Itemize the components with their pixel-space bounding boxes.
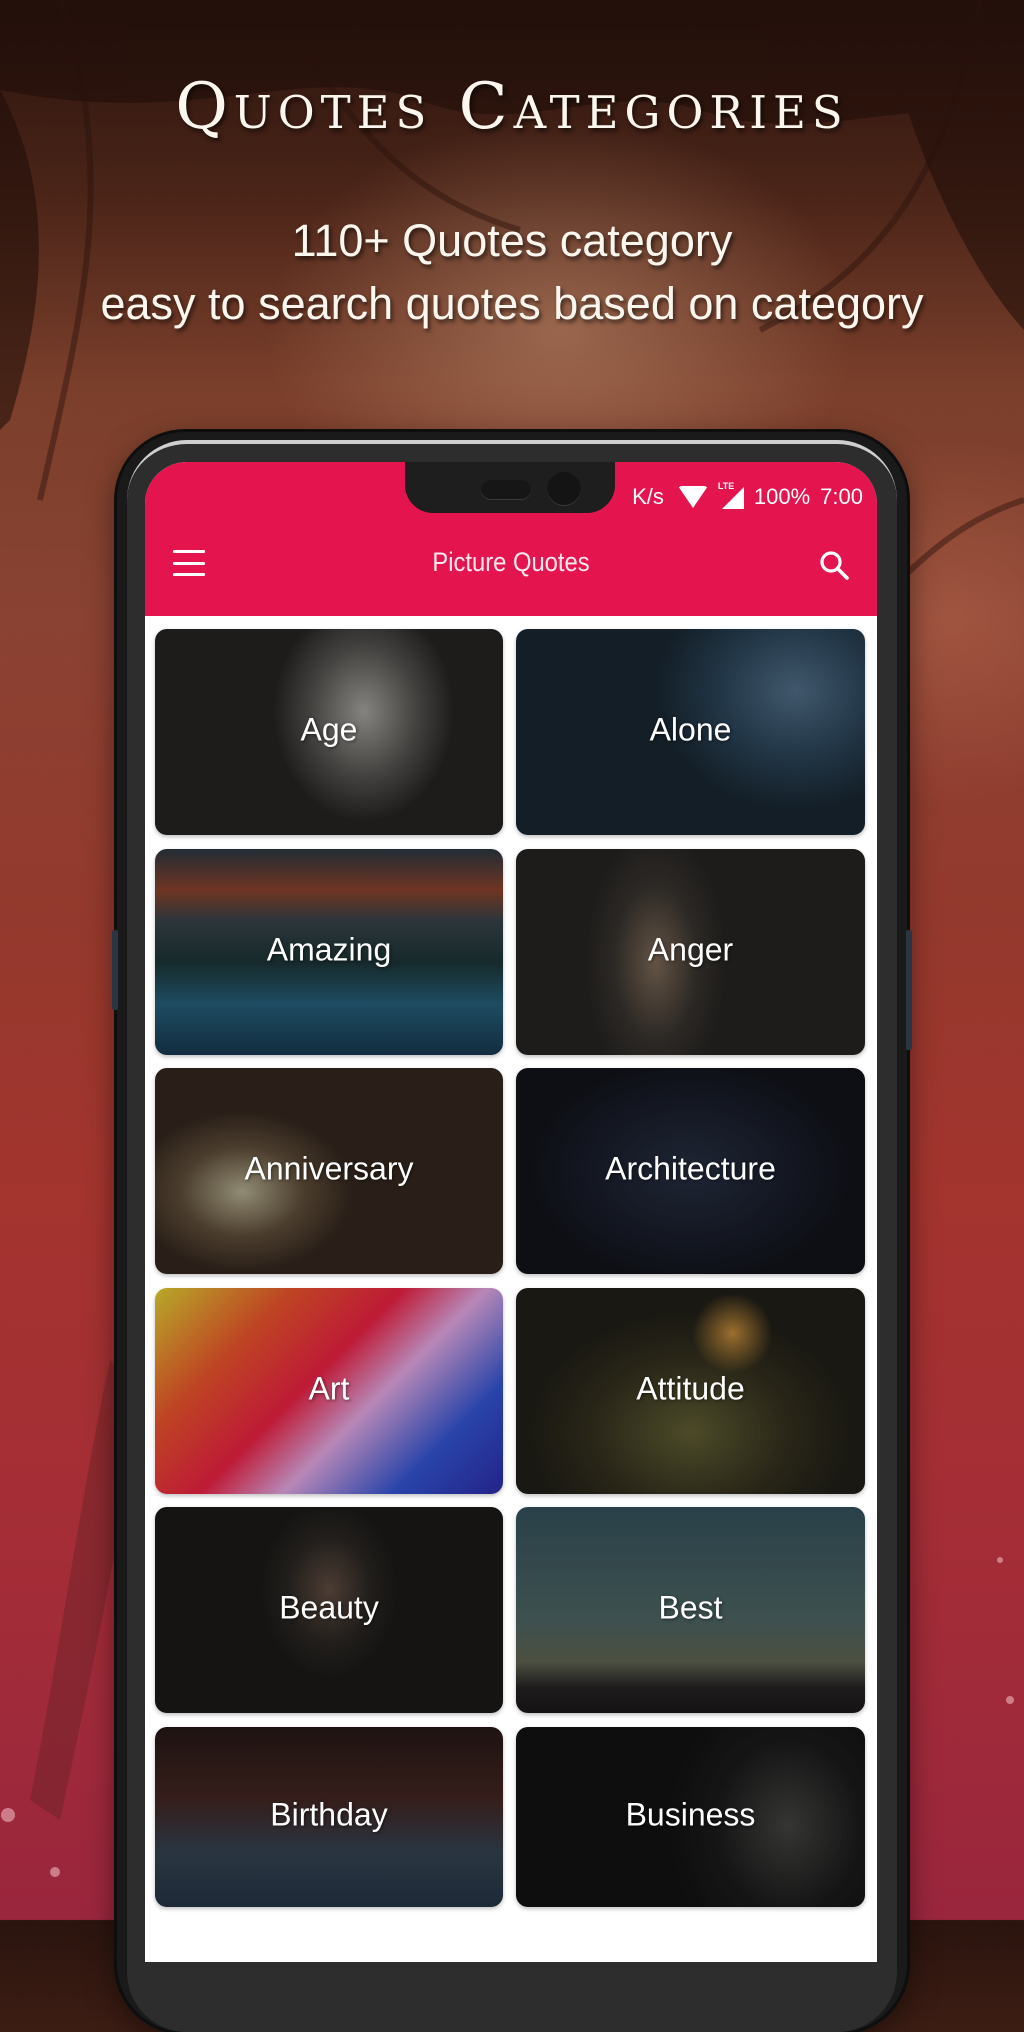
category-card-beauty[interactable]: Beauty: [155, 1507, 503, 1713]
category-card-attitude[interactable]: Attitude: [516, 1287, 865, 1494]
network-speed: K/s: [632, 484, 664, 509]
battery-level: 100%: [753, 484, 811, 509]
status-bar: K/s LTE 100% 7:00: [632, 481, 863, 512]
category-card-age[interactable]: Age: [155, 629, 503, 835]
phone-side-button-left: [112, 930, 118, 1010]
phone-side-button-right: [906, 930, 912, 1050]
signal-icon: LTE: [718, 481, 744, 509]
category-card-art[interactable]: Art: [155, 1287, 503, 1494]
signal-bars-icon: [721, 487, 744, 509]
category-label: Birthday: [270, 1796, 388, 1833]
category-card-amazing[interactable]: Amazing: [155, 848, 503, 1055]
category-label: Business: [625, 1796, 756, 1833]
category-label: Amazing: [266, 931, 392, 968]
hero-subtitle-line-2: easy to search quotes based on category: [100, 278, 924, 329]
earpiece-speaker: [481, 480, 531, 500]
category-card-birthday[interactable]: Birthday: [155, 1726, 503, 1907]
wifi-icon: [677, 486, 708, 508]
category-card-anniversary[interactable]: Anniversary: [155, 1068, 503, 1274]
category-card-alone[interactable]: Alone: [516, 629, 865, 835]
search-icon[interactable]: [817, 548, 851, 582]
category-label: Best: [658, 1589, 723, 1626]
hero-title: Quotes Categories: [175, 70, 849, 144]
category-card-architecture[interactable]: Architecture: [516, 1068, 865, 1274]
front-camera: [547, 472, 581, 506]
hero-subtitle-line-1: 110+ Quotes category: [291, 215, 733, 266]
category-label: Anniversary: [244, 1150, 414, 1187]
category-label: Age: [300, 711, 358, 748]
category-grid: Age Alone Amazing Anger Anniversary Arch…: [155, 629, 867, 1907]
camera-notch: [405, 462, 615, 513]
category-label: Anger: [647, 931, 734, 968]
category-card-best[interactable]: Best: [516, 1507, 865, 1713]
category-label: Beauty: [279, 1589, 379, 1626]
app-bar: K/s LTE 100% 7:00 Picture Quotes: [145, 462, 877, 616]
phone-screen: K/s LTE 100% 7:00 Picture Quotes Age Alo…: [145, 462, 877, 1962]
category-label: Art: [308, 1370, 350, 1407]
clock: 7:00: [820, 484, 863, 509]
category-label: Attitude: [636, 1370, 745, 1407]
app-title: Picture Quotes: [432, 547, 590, 577]
category-card-business[interactable]: Business: [516, 1726, 865, 1907]
category-label: Alone: [649, 711, 732, 748]
category-label: Architecture: [605, 1150, 776, 1187]
category-card-anger[interactable]: Anger: [516, 848, 865, 1055]
